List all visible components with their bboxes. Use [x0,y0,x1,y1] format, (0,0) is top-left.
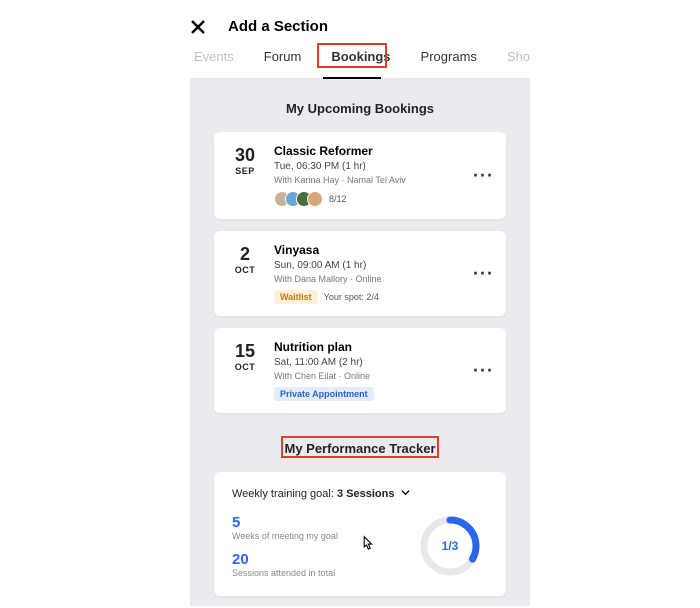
session-time: Sun, 09:00 AM (1 hr) [274,260,492,271]
session-time: Sat, 11:00 AM (2 hr) [274,357,492,368]
session-title: Classic Reformer [274,144,492,158]
capacity: 8/12 [329,194,347,204]
booking-day: 15 [228,342,262,362]
sessions-label: Sessions attended in total [232,568,338,578]
waitlist-spot: Your spot: 2/4 [324,292,379,302]
upcoming-heading: My Upcoming Bookings [214,101,506,116]
booking-month: OCT [228,362,262,372]
tracker-card: Weekly training goal: 3 Sessions 5 Weeks… [214,472,506,596]
booking-day: 2 [228,245,262,265]
tab-forum[interactable]: Forum [264,49,302,72]
close-icon[interactable] [190,19,206,35]
booking-day: 30 [228,146,262,166]
tab-bookings[interactable]: Bookings [331,49,390,72]
attendee-avatars [274,191,323,207]
session-location: With Dana Mallory · Online [274,274,492,284]
tabs: Events Forum Bookings Programs Sho [190,49,530,79]
more-icon[interactable]: ··· [473,263,494,284]
preview-pane: My Upcoming Bookings 30 SEP Classic Refo… [190,79,530,606]
tab-shop[interactable]: Sho [507,49,530,72]
waitlist-badge: Waitlist [274,290,318,304]
weeks-count: 5 [232,514,338,531]
session-location: With Chen Eilat · Online [274,371,492,381]
tab-programs[interactable]: Programs [421,49,477,72]
session-title: Nutrition plan [274,340,492,354]
session-location: With Karina Hay · Namal Tel Aviv [274,175,492,185]
dialog-title: Add a Section [228,18,328,35]
tracker-heading: My Performance Tracker [284,441,435,456]
booking-month: SEP [228,166,262,176]
booking-card[interactable]: 2 OCT Vinyasa Sun, 09:00 AM (1 hr) With … [214,231,506,316]
more-icon[interactable]: ··· [473,165,494,186]
progress-ring: 1/3 [418,514,482,578]
chevron-down-icon[interactable] [401,488,410,497]
more-icon[interactable]: ··· [473,360,494,381]
session-time: Tue, 06:30 PM (1 hr) [274,161,492,172]
goal-line[interactable]: Weekly training goal: 3 Sessions [232,488,488,500]
sessions-count: 20 [232,551,338,568]
private-badge: Private Appointment [274,387,374,401]
tab-events[interactable]: Events [194,49,234,72]
booking-card[interactable]: 15 OCT Nutrition plan Sat, 11:00 AM (2 h… [214,328,506,413]
weeks-label: Weeks of meeting my goal [232,531,338,541]
progress-text: 1/3 [418,514,482,578]
booking-card[interactable]: 30 SEP Classic Reformer Tue, 06:30 PM (1… [214,132,506,219]
booking-month: OCT [228,265,262,275]
session-title: Vinyasa [274,243,492,257]
